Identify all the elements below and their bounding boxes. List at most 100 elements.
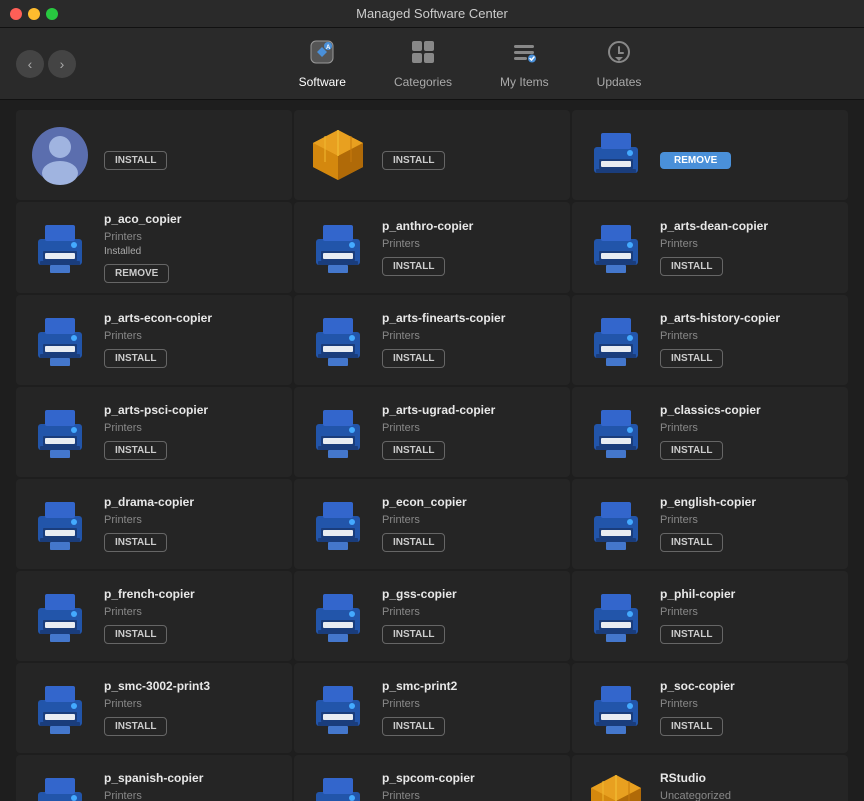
list-item: p_drama-copier Printers INSTALL [16, 479, 292, 569]
forward-icon: › [60, 56, 65, 72]
app-name: p_arts-psci-copier [104, 403, 280, 419]
partial-top-row: INSTALL INSTALL [16, 110, 848, 200]
app-info: p_classics-copier Printers INSTALL [660, 403, 836, 460]
list-item: p_arts-dean-copier Printers INSTALL [572, 202, 848, 293]
remove-button[interactable]: REMOVE [104, 264, 169, 283]
app-info: p_arts-psci-copier Printers INSTALL [104, 403, 280, 460]
app-name: p_smc-3002-print3 [104, 679, 280, 695]
list-item: p_english-copier Printers INSTALL [572, 479, 848, 569]
install-button[interactable]: INSTALL [660, 717, 723, 736]
list-item: p_gss-copier Printers INSTALL [294, 571, 570, 661]
app-category: Printers [104, 698, 280, 710]
app-info: p_french-copier Printers INSTALL [104, 587, 280, 644]
app-icon [28, 676, 92, 740]
install-button[interactable]: INSTALL [104, 625, 167, 644]
list-item: p_arts-finearts-copier Printers INSTALL [294, 295, 570, 385]
window-title: Managed Software Center [356, 6, 508, 21]
app-icon [306, 308, 370, 372]
install-button[interactable]: INSTALL [660, 625, 723, 644]
app-info: INSTALL [382, 141, 558, 170]
app-icon-avatar [28, 123, 92, 187]
app-name: p_arts-ugrad-copier [382, 403, 558, 419]
list-item: RStudio Uncategorized INSTALL [572, 755, 848, 801]
tab-updates[interactable]: Updates [573, 33, 666, 95]
list-item: INSTALL [294, 110, 570, 200]
app-icon [584, 308, 648, 372]
app-info: p_arts-dean-copier Printers INSTALL [660, 219, 836, 276]
app-icon [28, 400, 92, 464]
forward-button[interactable]: › [48, 50, 76, 78]
install-button[interactable]: INSTALL [660, 349, 723, 368]
toolbar-tabs: A Software Categories [92, 33, 848, 95]
list-item: p_anthro-copier Printers INSTALL [294, 202, 570, 293]
updates-icon [606, 39, 632, 71]
install-button[interactable]: INSTALL [104, 441, 167, 460]
app-category: Printers [382, 514, 558, 526]
app-name: p_arts-finearts-copier [382, 311, 558, 327]
install-button[interactable]: INSTALL [660, 257, 723, 276]
install-button[interactable]: INSTALL [382, 441, 445, 460]
app-info: RStudio Uncategorized INSTALL [660, 771, 836, 801]
install-button[interactable]: INSTALL [382, 625, 445, 644]
close-button[interactable] [10, 8, 22, 20]
app-name: p_smc-print2 [382, 679, 558, 695]
app-category: Printers [104, 514, 280, 526]
app-category: Printers [660, 238, 836, 250]
window-controls [10, 8, 58, 20]
app-info: p_econ_copier Printers INSTALL [382, 495, 558, 552]
install-button[interactable]: INSTALL [660, 441, 723, 460]
app-name: p_anthro-copier [382, 219, 558, 235]
back-button[interactable]: ‹ [16, 50, 44, 78]
app-name: p_soc-copier [660, 679, 836, 695]
svg-text:A: A [326, 45, 331, 51]
install-button[interactable]: INSTALL [104, 349, 167, 368]
app-icon [28, 584, 92, 648]
app-icon [306, 492, 370, 556]
app-category: Printers [104, 606, 280, 618]
app-info: p_arts-finearts-copier Printers INSTALL [382, 311, 558, 368]
software-icon: A [309, 39, 335, 71]
install-button[interactable]: INSTALL [660, 533, 723, 552]
app-info: p_spcom-copier Printers INSTALL [382, 771, 558, 801]
tab-categories-label: Categories [394, 75, 452, 89]
app-info: p_gss-copier Printers INSTALL [382, 587, 558, 644]
app-icon-printer [584, 123, 648, 187]
app-category: Printers [660, 514, 836, 526]
app-info: p_spanish-copier Printers INSTALL [104, 771, 280, 801]
app-info: p_aco_copier Printers Installed REMOVE [104, 212, 280, 283]
install-button[interactable]: INSTALL [104, 717, 167, 736]
tab-categories[interactable]: Categories [370, 33, 476, 95]
app-name: p_arts-econ-copier [104, 311, 280, 327]
tab-software[interactable]: A Software [275, 33, 370, 95]
app-info: INSTALL [104, 141, 280, 170]
list-item: p_arts-psci-copier Printers INSTALL [16, 387, 292, 477]
list-item: REMOVE [572, 110, 848, 200]
maximize-button[interactable] [46, 8, 58, 20]
minimize-button[interactable] [28, 8, 40, 20]
app-category: Printers [382, 698, 558, 710]
install-button[interactable]: INSTALL [382, 349, 445, 368]
install-button[interactable]: INSTALL [382, 533, 445, 552]
installed-button[interactable]: REMOVE [660, 152, 731, 169]
app-name: RStudio [660, 771, 836, 787]
list-item: p_spcom-copier Printers INSTALL [294, 755, 570, 801]
list-item: p_arts-ugrad-copier Printers INSTALL [294, 387, 570, 477]
install-button[interactable]: INSTALL [382, 257, 445, 276]
install-button[interactable]: INSTALL [104, 533, 167, 552]
tab-myitems-label: My Items [500, 75, 549, 89]
app-name: p_econ_copier [382, 495, 558, 511]
app-icon [306, 215, 370, 279]
app-category: Printers [382, 606, 558, 618]
app-icon [584, 400, 648, 464]
list-item: p_arts-history-copier Printers INSTALL [572, 295, 848, 385]
app-category: Printers [104, 422, 280, 434]
install-button[interactable]: INSTALL [104, 151, 167, 170]
app-icon [306, 768, 370, 801]
app-icon [584, 215, 648, 279]
install-button[interactable]: INSTALL [382, 151, 445, 170]
app-icon [584, 676, 648, 740]
install-button[interactable]: INSTALL [382, 717, 445, 736]
app-info: p_arts-econ-copier Printers INSTALL [104, 311, 280, 368]
tab-myitems[interactable]: My Items [476, 33, 573, 95]
app-name: p_aco_copier [104, 212, 280, 228]
